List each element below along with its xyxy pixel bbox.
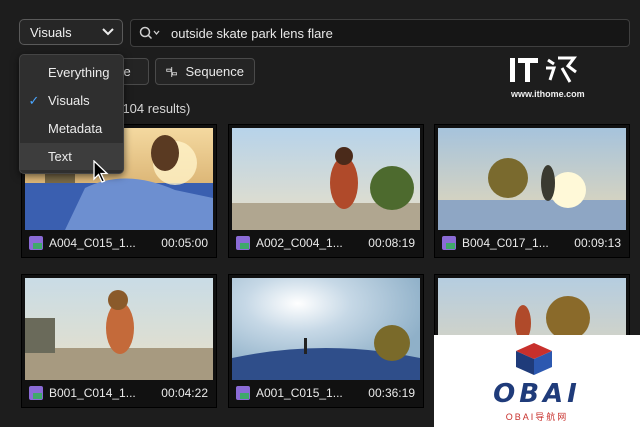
clip-name: A004_C015_1...: [49, 236, 136, 250]
clip-card[interactable]: B004_C017_1... 00:09:13: [434, 124, 630, 258]
clip-name: A001_C015_1...: [256, 386, 343, 400]
clip-meta: A004_C015_1... 00:05:00: [22, 232, 216, 254]
clip-duration: 00:09:13: [574, 236, 621, 250]
clip-name: B001_C014_1...: [49, 386, 136, 400]
clip-meta: A001_C015_1... 00:36:19: [229, 382, 423, 404]
watermark-url: www.ithome.com: [511, 89, 585, 99]
clip-type-icon: [29, 386, 43, 400]
search-box[interactable]: [130, 19, 630, 47]
obai-brand-text: OBAI: [493, 379, 581, 409]
clip-thumbnail[interactable]: [232, 128, 420, 230]
clip-card[interactable]: A001_C015_1... 00:36:19: [228, 274, 424, 408]
cube-logo-icon: [516, 343, 552, 375]
dropdown-item-label: Visuals: [48, 93, 90, 108]
clip-duration: 00:36:19: [368, 386, 415, 400]
dropdown-item-everything[interactable]: Everything: [20, 59, 123, 86]
chevron-down-icon: [102, 28, 114, 36]
dropdown-item-label: Metadata: [48, 121, 103, 136]
clip-meta: A002_C004_1... 00:08:19: [229, 232, 423, 254]
clip-thumbnail[interactable]: [25, 278, 213, 380]
clip-thumbnail[interactable]: [232, 278, 420, 380]
clip-duration: 00:08:19: [368, 236, 415, 250]
search-mode-dropdown: Everything ✓ Visuals Metadata Text: [19, 54, 124, 174]
checkmark-icon: ✓: [28, 92, 40, 108]
clip-meta: B004_C017_1... 00:09:13: [435, 232, 629, 254]
clip-type-icon: [442, 236, 456, 250]
mouse-cursor-icon: [93, 160, 109, 183]
search-mode-select[interactable]: Visuals: [19, 19, 123, 45]
dropdown-item-metadata[interactable]: Metadata: [20, 115, 123, 142]
clip-name: B004_C017_1...: [462, 236, 549, 250]
dropdown-item-label: Text: [48, 149, 72, 164]
search-input[interactable]: [169, 24, 593, 42]
obai-watermark: OBAI OBAI导航网: [434, 335, 640, 427]
dropdown-item-label: Everything: [48, 65, 110, 80]
search-mode-label: Visuals: [30, 24, 72, 40]
clip-meta: B001_C014_1... 00:04:22: [22, 382, 216, 404]
filter-pill-label: Sequence: [185, 64, 244, 79]
clip-type-icon: [236, 386, 250, 400]
clip-duration: 00:05:00: [161, 236, 208, 250]
clip-duration: 00:04:22: [161, 386, 208, 400]
clip-type-icon: [29, 236, 43, 250]
dropdown-item-visuals[interactable]: ✓ Visuals: [20, 87, 123, 114]
filter-pill-sequence[interactable]: Sequence: [155, 58, 255, 85]
obai-brand-subtext: OBAI导航网: [505, 412, 569, 422]
clip-name: A002_C004_1...: [256, 236, 343, 250]
clip-card[interactable]: A002_C004_1... 00:08:19: [228, 124, 424, 258]
ithome-logo-icon: [510, 56, 577, 83]
search-icon[interactable]: [139, 26, 161, 40]
sequence-icon: [166, 66, 178, 77]
clip-thumbnail[interactable]: [438, 128, 626, 230]
clip-type-icon: [236, 236, 250, 250]
clip-card[interactable]: B001_C014_1... 00:04:22: [21, 274, 217, 408]
